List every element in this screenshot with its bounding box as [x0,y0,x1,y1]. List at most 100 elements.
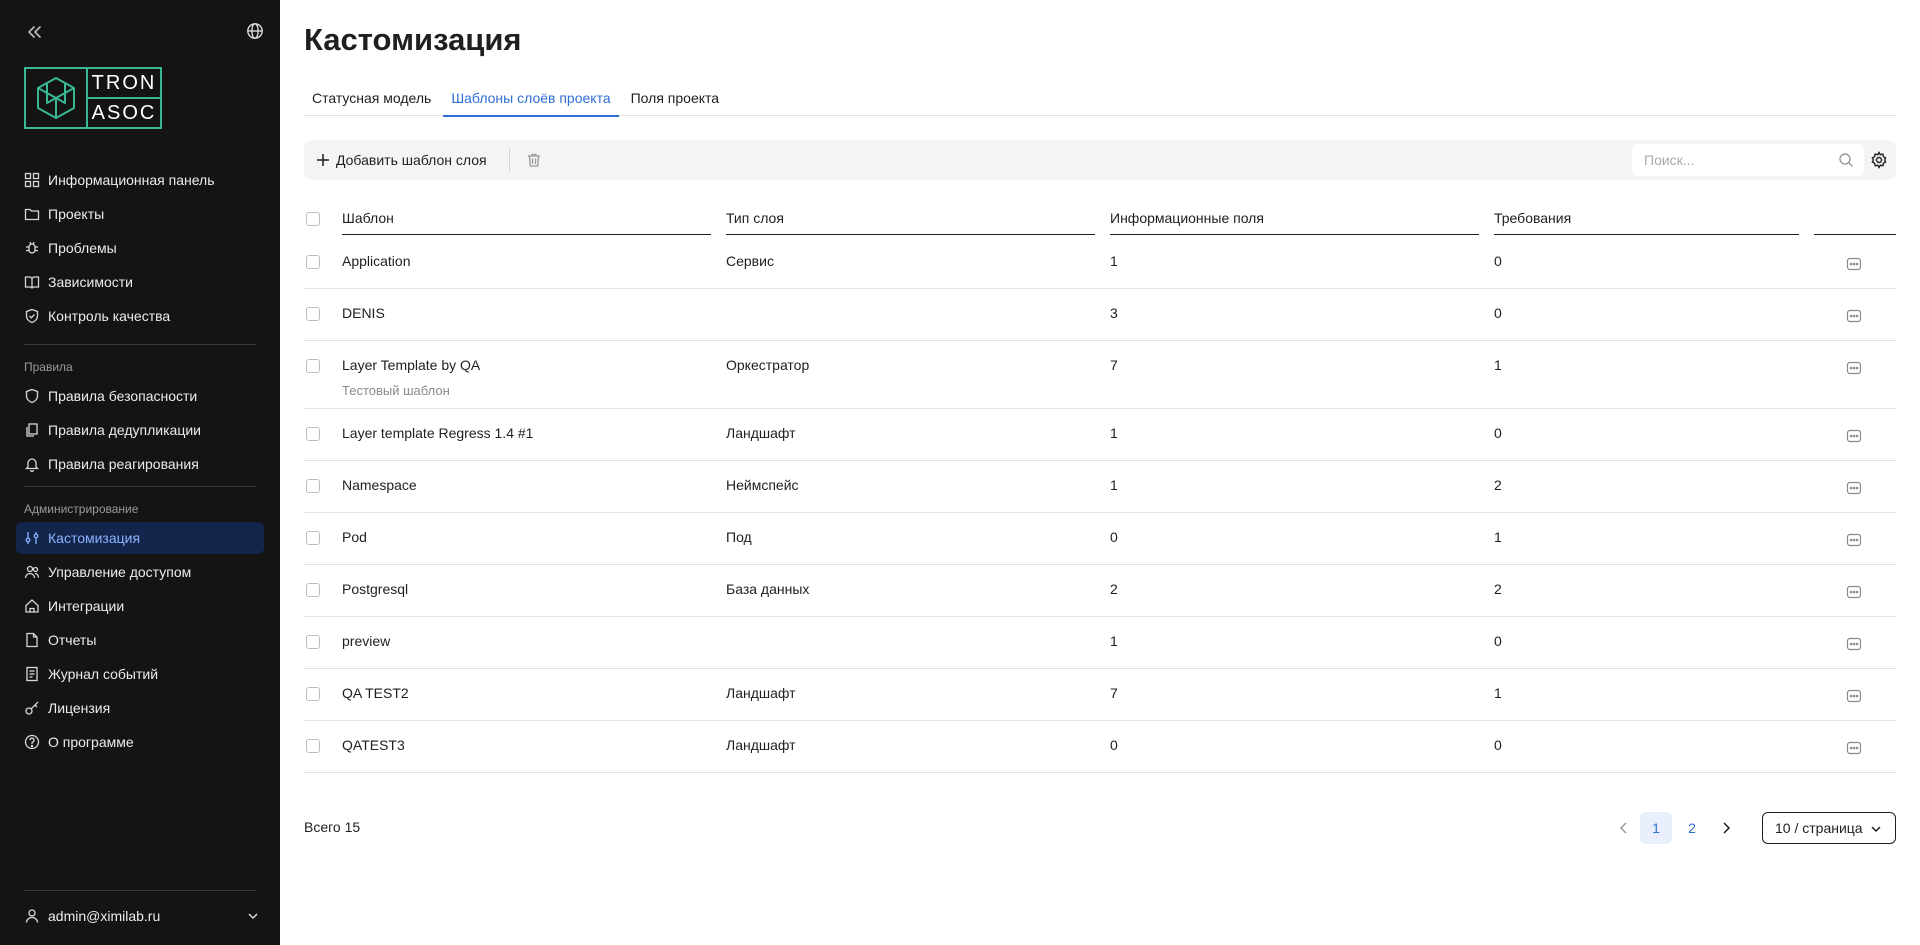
column-header-template[interactable]: Шаблон [342,202,711,235]
sidebar-item-dependencies[interactable]: Зависимости [16,266,264,298]
trash-icon[interactable] [526,152,542,168]
select-all-checkbox[interactable] [306,212,320,226]
row-checkbox[interactable] [306,307,320,321]
add-layer-template-label: Добавить шаблон слоя [336,152,487,168]
more-options-icon[interactable] [1846,584,1862,600]
sidebar-item-dedup-rules[interactable]: Правила дедупликации [16,414,264,446]
sidebar-item-projects[interactable]: Проекты [16,198,264,230]
table-row[interactable]: QA TEST2 Ландшафт 7 1 [304,669,1896,721]
table-row[interactable]: QATEST3 Ландшафт 0 0 [304,721,1896,773]
book-icon [24,276,40,289]
info-fields-count: 0 [1110,529,1118,545]
table-row[interactable]: Namespace Неймспейс 1 2 [304,461,1896,513]
sidebar-top [24,22,264,42]
more-options-icon[interactable] [1846,360,1862,376]
sidebar-item-customization[interactable]: Кастомизация [16,522,264,554]
add-layer-template-button[interactable]: Добавить шаблон слоя [316,148,487,172]
sidebar-section-label: Правила [24,360,73,374]
column-header-info-fields[interactable]: Информационные поля [1110,202,1479,235]
table-row[interactable]: DENIS 3 0 [304,289,1896,341]
collapse-sidebar-icon[interactable] [24,22,44,42]
row-checkbox[interactable] [306,635,320,649]
chevron-left-icon[interactable] [1617,821,1631,835]
sidebar-item-dashboard[interactable]: Информационная панель [16,164,264,196]
layer-type: Ландшафт [726,737,796,753]
requirements-count: 1 [1494,685,1502,701]
more-options-icon[interactable] [1846,740,1862,756]
sidebar-item-event-log[interactable]: Журнал событий [16,658,264,690]
info-fields-count: 1 [1110,477,1118,493]
row-checkbox[interactable] [306,739,320,753]
sidebar-item-integrations[interactable]: Интеграции [16,590,264,622]
table-row[interactable]: Pod Под 0 1 [304,513,1896,565]
sidebar-divider [24,486,256,487]
sidebar-item-access[interactable]: Управление доступом [16,556,264,588]
row-checkbox[interactable] [306,359,320,373]
sidebar-item-quality[interactable]: Контроль качества [16,300,264,332]
requirements-count: 1 [1494,357,1502,373]
sidebar-item-label: Интеграции [48,598,125,614]
chevron-right-icon[interactable] [1719,821,1733,835]
table-row[interactable]: Application Сервис 1 0 [304,237,1896,289]
sidebar-item-label: Контроль качества [48,308,171,324]
sidebar-item-issues[interactable]: Проблемы [16,232,264,264]
sidebar-item-about[interactable]: О программе [16,726,264,758]
table-row[interactable]: preview 1 0 [304,617,1896,669]
column-header-requirements[interactable]: Требования [1494,202,1799,235]
nav-main: Информационная панель Проекты Проблемы З… [16,164,264,334]
more-options-icon[interactable] [1846,308,1862,324]
row-checkbox[interactable] [306,583,320,597]
template-name: Layer Template by QA [342,357,481,373]
sidebar-item-label: Зависимости [48,274,133,290]
gear-icon[interactable] [1870,151,1888,169]
sidebar-item-security-rules[interactable]: Правила безопасности [16,380,264,412]
requirements-count: 1 [1494,529,1502,545]
globe-icon[interactable] [246,22,264,40]
more-options-icon[interactable] [1846,480,1862,496]
sidebar-item-reports[interactable]: Отчеты [16,624,264,656]
search-box [1632,144,1864,176]
page-1-button[interactable]: 1 [1640,812,1672,844]
bell-icon [24,458,40,472]
logo-line-1: TRON [88,69,160,99]
document-icon [26,632,38,648]
sidebar-item-label: Информационная панель [48,172,215,188]
template-name: Layer template Regress 1.4 #1 [342,425,534,441]
more-options-icon[interactable] [1846,636,1862,652]
tab-project-fields[interactable]: Поля проекта [623,80,727,116]
tab-layer-templates[interactable]: Шаблоны слоёв проекта [443,80,619,117]
row-checkbox[interactable] [306,255,320,269]
template-description: Тестовый шаблон [342,383,450,398]
column-header-layer-type[interactable]: Тип слоя [726,202,1095,235]
sidebar-item-license[interactable]: Лицензия [16,692,264,724]
tabs: Статусная модель Шаблоны слоёв проекта П… [304,80,1896,117]
more-options-icon[interactable] [1846,256,1862,272]
row-checkbox[interactable] [306,479,320,493]
user-menu[interactable]: admin@ximilab.ru [24,904,260,928]
main-content: Кастомизация Статусная модель Шаблоны сл… [280,0,1920,945]
row-checkbox[interactable] [306,427,320,441]
more-options-icon[interactable] [1846,688,1862,704]
dashboard-icon [24,172,40,188]
sidebar-item-response-rules[interactable]: Правила реагирования [16,448,264,480]
table-row[interactable]: Postgresql База данных 2 2 [304,565,1896,617]
more-options-icon[interactable] [1846,428,1862,444]
tab-status-model[interactable]: Статусная модель [304,80,439,116]
table-row[interactable]: Layer template Regress 1.4 #1 Ландшафт 1… [304,409,1896,461]
template-name: Namespace [342,477,417,493]
info-fields-count: 1 [1110,633,1118,649]
layer-type: Ландшафт [726,425,796,441]
row-checkbox[interactable] [306,687,320,701]
row-checkbox[interactable] [306,531,320,545]
nav-rules: Правила Правила безопасности Правила дед… [16,352,264,482]
search-input[interactable] [1632,144,1864,176]
table-row[interactable]: Layer Template by QA Тестовый шаблон Орк… [304,341,1896,409]
layer-type: База данных [726,581,810,597]
info-fields-count: 0 [1110,737,1118,753]
sidebar-item-label: Кастомизация [48,530,141,546]
template-name: DENIS [342,305,385,321]
search-icon[interactable] [1838,152,1854,168]
more-options-icon[interactable] [1846,532,1862,548]
page-2-button[interactable]: 2 [1676,812,1708,844]
page-size-select[interactable]: 10 / страница [1762,812,1896,844]
